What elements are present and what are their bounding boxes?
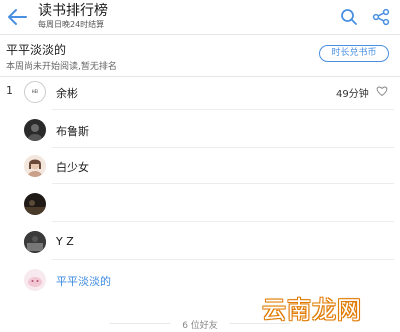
row-divider (52, 109, 394, 110)
user-name: 平平淡淡的 (56, 275, 111, 288)
page-subtitle: 每周日晚24时结算 (38, 20, 105, 29)
reading-duration: 49分钟 (336, 89, 369, 100)
rank-number: 1 (6, 84, 13, 97)
top-bar: 读书排行榜 每周日晚24时结算 (0, 0, 400, 34)
ranking-row[interactable]: 白少女 (0, 148, 400, 184)
avatar (24, 193, 46, 215)
my-name: 平平淡淡的 (6, 43, 67, 57)
watermark-logo: 云南龙网 (262, 296, 362, 324)
back-arrow-icon[interactable] (6, 7, 28, 27)
avatar (24, 231, 46, 253)
user-name: 布鲁斯 (56, 125, 89, 138)
user-name: 余彬 (56, 87, 78, 100)
heart-icon[interactable] (376, 85, 388, 97)
row-divider (52, 183, 394, 184)
avatar (24, 269, 46, 291)
avatar (24, 119, 46, 141)
page-title: 读书排行榜 (38, 3, 108, 19)
row-divider (52, 221, 394, 222)
ranking-row[interactable]: 布鲁斯 (0, 112, 400, 148)
search-icon[interactable] (340, 8, 358, 26)
ranking-row[interactable]: Y Z (0, 224, 400, 260)
share-icon[interactable] (372, 8, 390, 26)
user-name: 白少女 (56, 161, 89, 174)
exchange-coins-button[interactable]: 时长兑书币 (319, 45, 389, 62)
avatar: HEI (24, 81, 46, 103)
ranking-row[interactable] (0, 186, 400, 222)
my-rank-status: 本周尚未开始阅读,暂无排名 (6, 62, 117, 72)
ranking-row[interactable]: 1 HEI 余彬 49分钟 (0, 74, 400, 110)
header-divider (0, 34, 400, 35)
user-name: Y Z (56, 235, 74, 248)
avatar (24, 155, 46, 177)
row-divider (52, 259, 394, 260)
